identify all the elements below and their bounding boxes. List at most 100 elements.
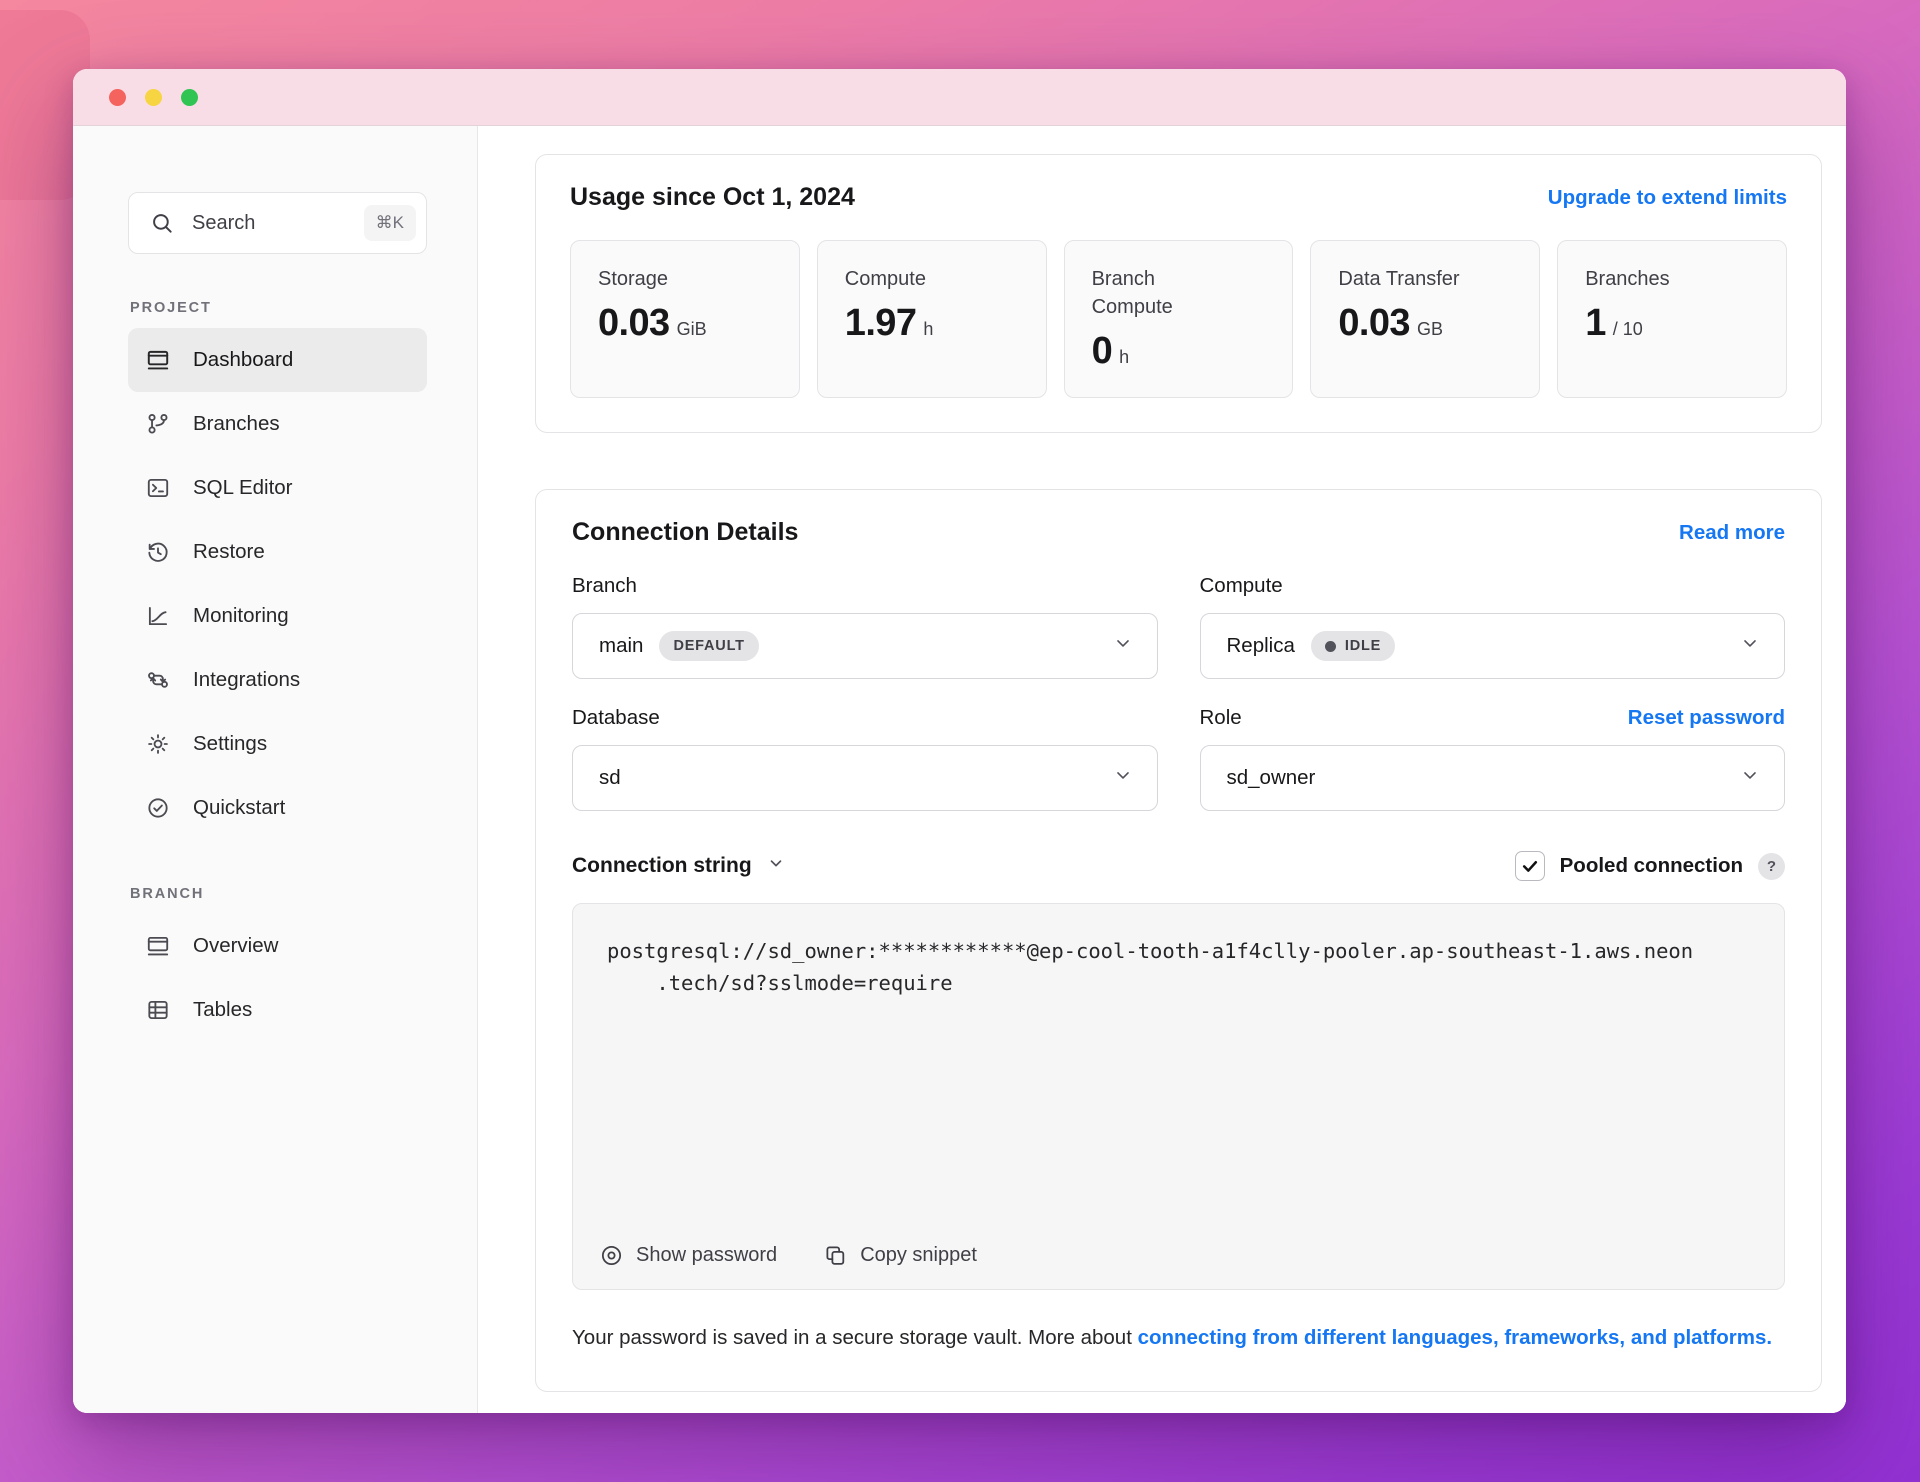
card-unit: h [923, 319, 934, 339]
card-unit: / 10 [1612, 319, 1643, 339]
settings-icon [145, 731, 171, 757]
search-shortcut-badge: ⌘K [363, 205, 416, 241]
sql-editor-icon [145, 475, 171, 501]
overview-icon [145, 933, 171, 959]
sidebar-item-sql-editor[interactable]: SQL Editor [128, 456, 427, 520]
connection-string-line1: postgresql://sd_owner:************@ep-co… [607, 939, 1694, 963]
sidebar-item-label: SQL Editor [193, 476, 293, 499]
chevron-down-icon [1113, 633, 1133, 659]
password-vault-note: Your password is saved in a secure stora… [572, 1326, 1773, 1349]
reset-password-link[interactable]: Reset password [1628, 706, 1785, 730]
compute-select[interactable]: Replica IDLE [1199, 613, 1785, 679]
role-select[interactable]: sd_owner [1199, 745, 1785, 811]
sidebar-item-label: Tables [193, 998, 253, 1021]
card-unit: GiB [676, 319, 707, 339]
sidebar-item-label: Monitoring [193, 604, 289, 627]
search-icon [149, 210, 175, 236]
card-unit: h [1119, 347, 1130, 367]
sidebar: Search ⌘K PROJECT Dashboard Branches SQL… [73, 126, 478, 1413]
chevron-down-icon [767, 854, 785, 878]
card-label: Branch Compute [1091, 268, 1173, 318]
upgrade-link[interactable]: Upgrade to extend limits [1548, 186, 1787, 210]
sidebar-item-label: Integrations [193, 668, 301, 691]
usage-card-storage: Storage 0.03 GiB [570, 240, 800, 398]
usage-title: Usage since Oct 1, 2024 [570, 183, 855, 211]
connecting-docs-link[interactable]: connecting from different languages, fra… [1138, 1326, 1772, 1349]
compute-label: Compute [1199, 574, 1283, 597]
sidebar-item-dashboard[interactable]: Dashboard [128, 328, 427, 392]
sidebar-item-tables[interactable]: Tables [128, 978, 427, 1042]
role-value: sd_owner [1226, 766, 1316, 789]
minimize-window-button[interactable] [145, 88, 162, 106]
sidebar-item-branches[interactable]: Branches [128, 392, 427, 456]
card-value: 0h [1091, 330, 1130, 372]
connection-details-title: Connection Details [572, 518, 799, 546]
copy-snippet-button[interactable]: Copy snippet [823, 1240, 977, 1271]
idle-status-dot [1324, 640, 1336, 652]
connection-string-code: postgresql://sd_owner:************@ep-co… [572, 903, 1785, 1290]
usage-panel: Usage since Oct 1, 2024 Upgrade to exten… [535, 154, 1822, 433]
app-window: Search ⌘K PROJECT Dashboard Branches SQL… [73, 69, 1846, 1413]
show-password-button[interactable]: Show password [599, 1240, 777, 1271]
read-more-link[interactable]: Read more [1679, 521, 1785, 545]
close-window-button[interactable] [109, 88, 126, 106]
quickstart-icon [145, 795, 171, 821]
dashboard-icon [145, 347, 171, 373]
branch-select[interactable]: main DEFAULT [572, 613, 1158, 679]
sidebar-item-overview[interactable]: Overview [128, 914, 427, 978]
connection-details-panel: Connection Details Read more Branch main… [535, 489, 1822, 1392]
usage-card-data-transfer: Data Transfer 0.03 GB [1310, 240, 1541, 398]
sidebar-item-label: Restore [193, 540, 265, 563]
pooled-connection-checkbox[interactable] [1514, 851, 1545, 881]
window-body: Search ⌘K PROJECT Dashboard Branches SQL… [73, 126, 1846, 1413]
card-value: 1.97 h [844, 302, 934, 344]
checkbox-check-icon [1522, 861, 1537, 872]
sidebar-item-quickstart[interactable]: Quickstart [128, 776, 427, 840]
card-value: 0.03 GiB [598, 302, 707, 344]
card-label: Storage [598, 268, 669, 290]
monitoring-icon [145, 603, 171, 629]
search-input[interactable]: Search ⌘K [128, 192, 427, 254]
usage-card-branch-compute: Branch Compute 0h [1063, 240, 1294, 398]
chevron-down-icon [1740, 765, 1760, 791]
branch-label: Branch [572, 574, 637, 597]
card-unit: GB [1416, 319, 1443, 339]
sidebar-item-restore[interactable]: Restore [128, 520, 427, 584]
main-content: Usage since Oct 1, 2024 Upgrade to exten… [478, 126, 1846, 1413]
zoom-window-button[interactable] [181, 88, 198, 106]
usage-card-compute: Compute 1.97 h [816, 240, 1047, 398]
connection-string-selector[interactable]: Connection string [572, 854, 785, 878]
sidebar-item-settings[interactable]: Settings [128, 712, 427, 776]
idle-badge: IDLE [1310, 631, 1396, 661]
card-label: Compute [844, 268, 926, 290]
copy-icon [823, 1243, 848, 1268]
restore-icon [145, 539, 171, 565]
card-label: Branches [1585, 268, 1670, 290]
integrations-icon [145, 667, 171, 693]
card-label: Data Transfer [1338, 268, 1460, 290]
sidebar-item-label: Settings [193, 732, 268, 755]
role-label: Role [1199, 706, 1242, 729]
sidebar-item-monitoring[interactable]: Monitoring [128, 584, 427, 648]
database-select[interactable]: sd [572, 745, 1158, 811]
card-value: 0.03 GB [1338, 302, 1443, 344]
database-label: Database [572, 706, 660, 729]
pooled-connection-label: Pooled connection [1559, 854, 1743, 877]
help-icon[interactable]: ? [1758, 852, 1785, 880]
sidebar-item-integrations[interactable]: Integrations [128, 648, 427, 712]
branch-value: main [599, 634, 644, 657]
sidebar-item-label: Quickstart [193, 796, 286, 819]
branches-icon [145, 411, 171, 437]
database-field: Database sd [572, 679, 1158, 811]
default-badge: DEFAULT [659, 631, 759, 661]
sidebar-item-label: Branches [193, 412, 280, 435]
eye-icon [599, 1243, 624, 1268]
sidebar-item-label: Overview [193, 934, 279, 957]
usage-cards: Storage 0.03 GiB Compute 1.97 h Branch Com… [570, 240, 1787, 398]
sidebar-section-branch: BRANCH [130, 886, 205, 902]
sidebar-section-project: PROJECT [130, 300, 212, 316]
sidebar-item-label: Dashboard [193, 348, 294, 371]
desktop-background: Search ⌘K PROJECT Dashboard Branches SQL… [0, 0, 1920, 1482]
chevron-down-icon [1113, 765, 1133, 791]
compute-value: Replica [1226, 634, 1295, 657]
